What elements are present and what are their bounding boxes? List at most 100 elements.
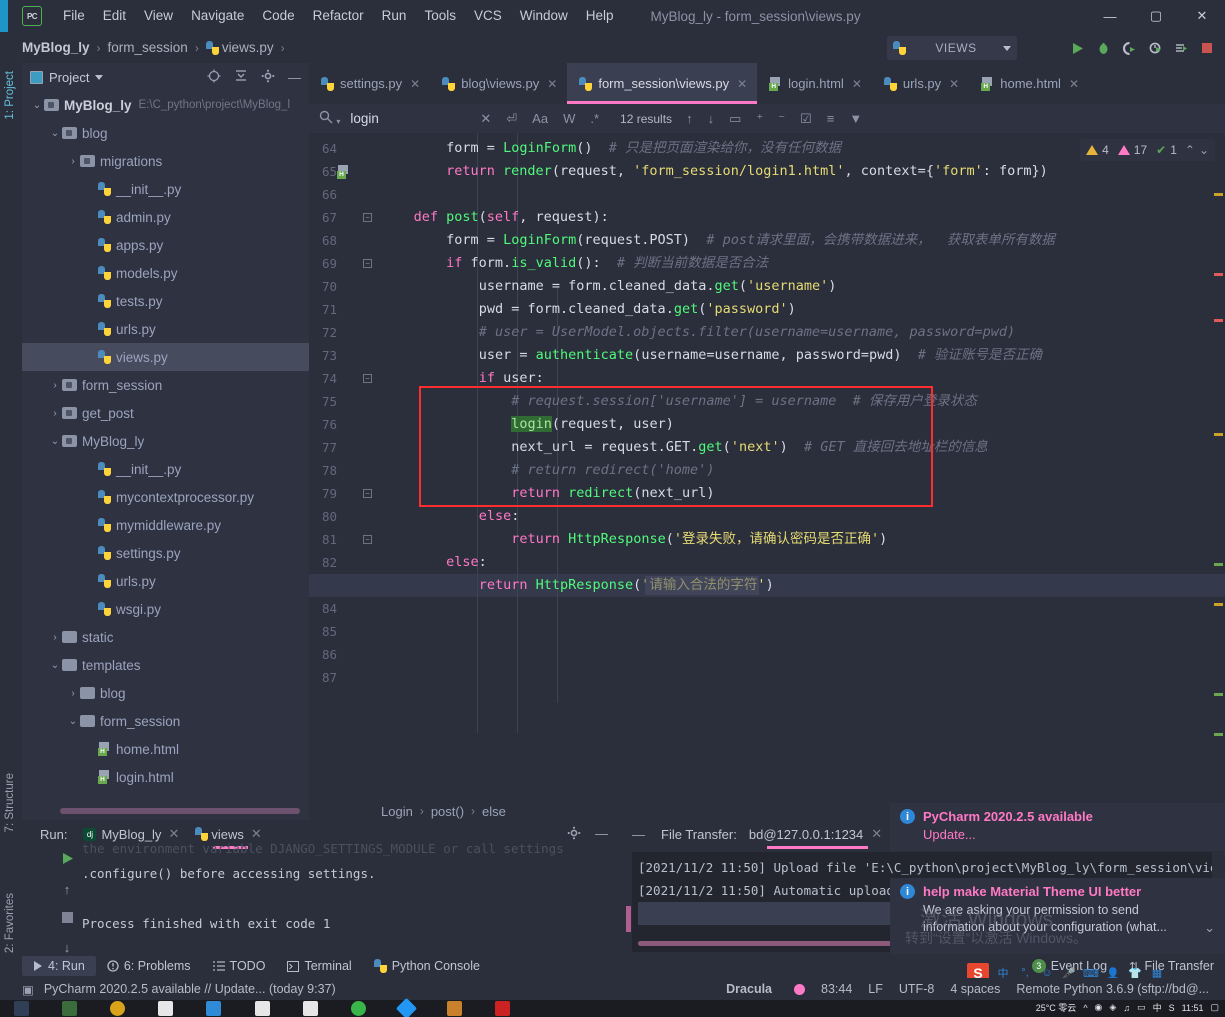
tree-item-urls-py[interactable]: urls.py: [22, 567, 309, 595]
code-line[interactable]: if form.is_valid(): # 判断当前数据是否合法: [381, 252, 768, 275]
tree-item-tests-py[interactable]: tests.py: [22, 287, 309, 315]
project-horizontal-scrollbar[interactable]: [60, 808, 300, 814]
tray-clock[interactable]: 11:51: [1182, 1003, 1204, 1013]
code-line[interactable]: # user = UserModel.objects.filter(userna…: [381, 321, 1015, 344]
editor-breadcrumb-method[interactable]: post(): [431, 804, 464, 819]
menu-vcs[interactable]: VCS: [465, 0, 511, 32]
fold-marker-icon[interactable]: −: [363, 489, 372, 498]
run-console-output[interactable]: the environment variable DJANGO_SETTINGS…: [82, 841, 618, 954]
locate-icon[interactable]: [207, 69, 221, 86]
tree-item-wsgi-py[interactable]: wsgi.py: [22, 595, 309, 623]
taskbar-icon-blue-diamond[interactable]: [395, 997, 418, 1017]
fold-marker-icon[interactable]: −: [363, 535, 372, 544]
select-occurrences-icon[interactable]: ☑: [800, 111, 812, 127]
notification-update-link[interactable]: Update...: [923, 827, 976, 842]
error-stripe-marker[interactable]: [1214, 733, 1223, 736]
html-reference-gutter-icon[interactable]: [337, 165, 350, 179]
hide-panel-icon[interactable]: —: [595, 826, 608, 843]
project-tree[interactable]: ⌄ MyBlog_ly E:\C_python\project\MyBlog_l ⌄ b…: [22, 91, 309, 791]
hide-panel-icon[interactable]: —: [632, 827, 645, 842]
code-line[interactable]: user = authenticate(username=username, p…: [381, 344, 1042, 367]
menu-tools[interactable]: Tools: [415, 0, 465, 32]
chevron-down-icon[interactable]: [95, 74, 104, 80]
tree-item-mycontextprocessor-py[interactable]: mycontextprocessor.py: [22, 483, 309, 511]
stop-icon[interactable]: [61, 911, 73, 926]
chevron-right-icon[interactable]: ›: [66, 156, 80, 167]
editor-breadcrumb-block[interactable]: else: [482, 804, 506, 819]
chevron-down-icon[interactable]: ⌄: [1199, 143, 1209, 157]
tool-window-run[interactable]: 4: Run: [22, 956, 96, 976]
up-icon[interactable]: ↑: [64, 882, 71, 897]
status-inspect-icon[interactable]: ▣: [22, 982, 34, 997]
chevron-down-icon[interactable]: ⌄: [66, 716, 80, 727]
chevron-down-icon[interactable]: ⌄: [1204, 920, 1215, 936]
error-stripe-marker[interactable]: [1214, 193, 1223, 196]
close-icon[interactable]: ✕: [410, 77, 420, 91]
profile-icon[interactable]: [1147, 40, 1163, 56]
tree-item-templates[interactable]: ⌄ templates: [22, 651, 309, 679]
prev-occurrence-icon[interactable]: ↑: [686, 111, 693, 126]
code-line[interactable]: pwd = form.cleaned_data.get('password'): [381, 298, 796, 321]
tray-sogou-icon[interactable]: S: [1169, 1003, 1175, 1013]
status-caret-position[interactable]: 83:44: [821, 982, 852, 996]
error-stripe-marker[interactable]: [1214, 603, 1223, 606]
open-in-find-window-icon[interactable]: ≡: [827, 111, 835, 126]
tree-item-blog[interactable]: › blog: [22, 679, 309, 707]
search-input[interactable]: login: [350, 111, 480, 126]
tree-item-urls-py[interactable]: urls.py: [22, 315, 309, 343]
chevron-down-icon[interactable]: ⌄: [48, 436, 62, 447]
tree-item-static[interactable]: › static: [22, 623, 309, 651]
tool-window-terminal[interactable]: Terminal: [276, 956, 362, 976]
gear-icon[interactable]: [567, 826, 581, 843]
editor-breadcrumb-class[interactable]: Login: [381, 804, 413, 819]
down-icon[interactable]: ↓: [64, 940, 71, 955]
sidebar-tab-favorites[interactable]: 2: Favorites: [4, 893, 16, 953]
tray-volume-icon[interactable]: ♫: [1123, 1003, 1130, 1013]
chevron-right-icon[interactable]: ›: [48, 632, 62, 643]
taskbar-icon-tool[interactable]: [14, 1001, 29, 1016]
run-coverage-icon[interactable]: [1121, 40, 1137, 56]
status-encoding[interactable]: UTF-8: [899, 982, 934, 996]
tree-item-migrations[interactable]: › migrations: [22, 147, 309, 175]
tray-up-icon[interactable]: ^: [1083, 1003, 1087, 1013]
breadcrumb-folder[interactable]: form_session: [108, 40, 188, 55]
status-message[interactable]: PyCharm 2020.2.5 available // Update... …: [44, 982, 336, 996]
menu-help[interactable]: Help: [577, 0, 623, 32]
code-line[interactable]: form = LoginForm(request.POST) # post请求里…: [381, 229, 1055, 252]
next-occurrence-icon[interactable]: ↓: [708, 111, 715, 126]
menu-file[interactable]: File: [54, 0, 94, 32]
code-editor[interactable]: 6465666768697071727374757677787980818283…: [309, 133, 1225, 798]
code-area[interactable]: form = LoginForm() # 只是把页面渲染给你，没有任何数据 re…: [381, 133, 1225, 798]
tool-window-python-console[interactable]: Python Console: [363, 956, 491, 976]
close-icon[interactable]: ✕: [480, 111, 491, 127]
code-line[interactable]: def post(self, request):: [381, 206, 609, 229]
tool-window-todo[interactable]: TODO: [202, 956, 277, 976]
rerun-icon[interactable]: [61, 852, 74, 868]
maximize-button[interactable]: ▢: [1133, 0, 1179, 32]
tree-item-mymiddleware-py[interactable]: mymiddleware.py: [22, 511, 309, 539]
error-stripe-marker[interactable]: [1214, 273, 1223, 276]
editor-tab-blog-views-py[interactable]: blog\views.py ✕: [430, 63, 567, 104]
run-with-options-icon[interactable]: [1173, 40, 1189, 56]
regex-icon[interactable]: .*: [590, 111, 599, 126]
editor-tab-home-html[interactable]: home.html ✕: [969, 63, 1089, 104]
close-icon[interactable]: ✕: [871, 826, 882, 842]
editor-tab-urls-py[interactable]: urls.py ✕: [872, 63, 969, 104]
tree-item-form-session[interactable]: › form_session: [22, 371, 309, 399]
error-stripe-marker[interactable]: [1214, 319, 1223, 322]
close-icon[interactable]: ✕: [1069, 77, 1079, 91]
error-stripe-marker[interactable]: [1214, 563, 1223, 566]
run-icon[interactable]: [1069, 40, 1085, 56]
tree-item-models-py[interactable]: models.py: [22, 259, 309, 287]
stop-icon[interactable]: [1199, 40, 1215, 56]
close-icon[interactable]: ✕: [852, 77, 862, 91]
select-all-occurrences-icon[interactable]: ▭: [729, 111, 741, 127]
sidebar-tab-structure[interactable]: 7: Structure: [4, 773, 16, 832]
error-stripe-marker[interactable]: [1214, 693, 1223, 696]
menu-view[interactable]: View: [135, 0, 182, 32]
chevron-right-icon[interactable]: ›: [66, 688, 80, 699]
tree-item-get-post[interactable]: › get_post: [22, 399, 309, 427]
notification-pycharm-update[interactable]: i PyCharm 2020.2.5 available Update...: [890, 803, 1225, 851]
chevron-down-icon[interactable]: ⌄: [48, 660, 62, 671]
taskbar-icon-tools3[interactable]: [303, 1001, 318, 1016]
